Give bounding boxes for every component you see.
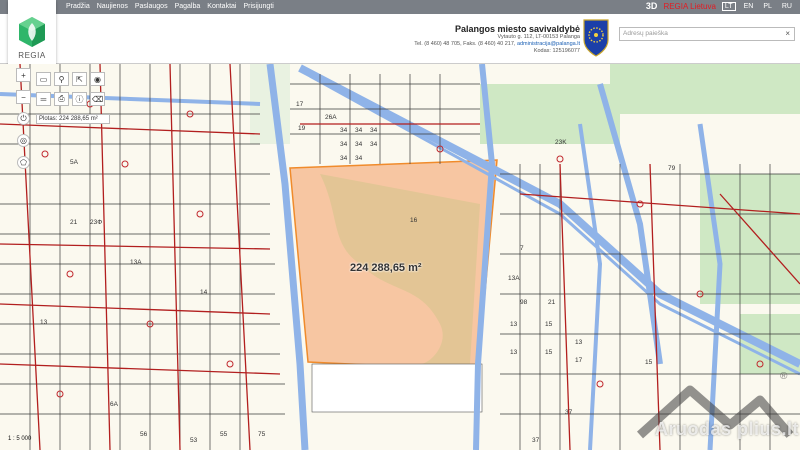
parcel-number: 37 <box>565 409 573 416</box>
zoom-in-button[interactable]: + <box>16 68 31 82</box>
parcel-number: 23Ф <box>90 219 102 226</box>
parcel-number: 98 <box>520 299 528 306</box>
parcel-number: 34 <box>340 141 348 148</box>
parcel-number: 6A <box>110 401 119 408</box>
nav-contacts[interactable]: Kontaktai <box>207 2 236 12</box>
area-readout: Plotas: 224 288,65 m² <box>36 114 110 124</box>
parcel-number: 79 <box>668 165 676 172</box>
parcel-number: 34 <box>355 141 363 148</box>
share-icon[interactable]: ⇱ <box>72 72 87 86</box>
nav-news[interactable]: Naujienos <box>97 2 128 12</box>
parcel-area-label: 224 288,65 m² <box>350 262 422 274</box>
polygon-icon[interactable]: ⬠ <box>17 156 30 169</box>
municipality-code: Kodas: 125196077 <box>533 48 580 54</box>
parcel-number: 17 <box>296 101 304 108</box>
parcel-number: 13 <box>510 321 518 328</box>
app: Pradžia Naujienos Paslaugos Pagalba Kont… <box>0 0 800 450</box>
watermark-text: Aruodas plius.lt <box>655 419 800 439</box>
nav-help[interactable]: Pagalba <box>175 2 201 12</box>
parcel-number: 26A <box>325 114 337 121</box>
top-bar: Pradžia Naujienos Paslaugos Pagalba Kont… <box>0 0 800 14</box>
map-layer: 17 26A 34 34 34 34 34 34 34 34 19 16 7 1… <box>0 64 800 450</box>
parcel-number: 34 <box>355 155 363 162</box>
parcel-number: 17 <box>575 357 583 364</box>
parcel-number: 55 <box>220 431 228 438</box>
parcel-number: 13 <box>575 339 583 346</box>
print-icon[interactable]: ⎙ <box>54 92 69 106</box>
main-nav: Pradžia Naujienos Paslaugos Pagalba Kont… <box>66 2 274 12</box>
parcel-number: 75 <box>258 431 266 438</box>
top-right-controls: 3D REGIA Lietuva LT EN PL RU <box>646 1 794 11</box>
locate-icon[interactable]: ◎ <box>17 134 30 147</box>
power-icon[interactable]: ⏻ <box>17 112 30 125</box>
parcel-number: 13A <box>130 259 142 266</box>
zoom-out-button[interactable]: − <box>16 90 31 104</box>
municipality-address: Vytauto g. 112, LT-00153 Palanga <box>497 34 580 40</box>
nav-login[interactable]: Prisijungti <box>243 2 273 12</box>
parcel-number: 15 <box>545 349 553 356</box>
map-canvas[interactable]: 17 26A 34 34 34 34 34 34 34 34 19 16 7 1… <box>0 64 800 450</box>
header: REGIA Palangos miesto savivaldybė Vytaut… <box>0 0 800 64</box>
lang-lt[interactable]: LT <box>721 1 736 11</box>
municipality-name: Palangos miesto savivaldybė <box>454 24 580 34</box>
nav-services[interactable]: Paslaugos <box>135 2 168 12</box>
nav-home[interactable]: Pradžia <box>66 2 90 12</box>
info-icon[interactable]: ⓘ <box>72 92 87 106</box>
parcel-number: 15 <box>645 359 653 366</box>
parcel-south <box>311 363 483 413</box>
green-area <box>610 64 800 114</box>
search-placeholder: Adresų paieška <box>623 30 668 37</box>
lang-ru[interactable]: RU <box>780 3 794 10</box>
parcel-number: 5A <box>70 159 79 166</box>
regia-logo[interactable]: REGIA <box>8 0 56 64</box>
green-area <box>480 84 620 144</box>
parcel-number: 34 <box>340 127 348 134</box>
parcel-number: 34 <box>355 127 363 134</box>
municipality-email-link[interactable]: administracija@palanga.lt <box>517 41 580 47</box>
marker-icon[interactable]: ⚲ <box>54 72 69 86</box>
lang-pl[interactable]: PL <box>761 3 774 10</box>
search-clear-icon[interactable]: × <box>785 29 790 38</box>
map-scale: 1 : 5 000 <box>8 436 32 442</box>
ruler-icon[interactable]: ═ <box>36 92 51 106</box>
parcel-number: 21 <box>70 219 78 226</box>
parcel-number: 13A <box>508 275 520 282</box>
parcel-number: 34 <box>340 155 348 162</box>
parcel-number: 23K <box>555 139 567 146</box>
measure-icon[interactable]: ▭ <box>36 72 51 86</box>
address-search-input[interactable]: Adresų paieška × <box>619 27 795 41</box>
parcel-number: 16 <box>410 217 418 224</box>
parcel-number: 53 <box>190 437 198 444</box>
parcel-number: 7 <box>520 245 524 252</box>
parcel-number: 21 <box>548 299 556 306</box>
parcel-number: 19 <box>298 125 306 132</box>
coat-of-arms-icon <box>583 19 609 57</box>
trash-icon[interactable]: ⌫ <box>90 92 105 106</box>
parcel-number: 34 <box>370 127 378 134</box>
municipality-contacts: Tel. (8 460) 48 705, Faks. (8 460) 40 21… <box>414 41 580 48</box>
parcel-number: 14 <box>200 289 208 296</box>
target-icon[interactable]: ◉ <box>90 72 105 86</box>
lang-en[interactable]: EN <box>742 3 756 10</box>
logo-text: REGIA <box>18 51 46 60</box>
parcel-number: 56 <box>140 431 148 438</box>
3d-button[interactable]: 3D <box>646 1 658 11</box>
parcel-number: 13 <box>40 319 48 326</box>
parcel-number: 15 <box>545 321 553 328</box>
municipality-info: Palangos miesto savivaldybė Vytauto g. 1… <box>414 24 580 55</box>
parcel-number: 34 <box>370 141 378 148</box>
regia-logo-icon <box>19 17 45 47</box>
regia-lietuva-link[interactable]: REGIA Lietuva <box>663 2 715 11</box>
parcel-number: 37 <box>532 437 540 444</box>
municipality-phones: Tel. (8 460) 48 705, Faks. (8 460) 40 21… <box>414 41 516 47</box>
parcel-number: 13 <box>510 349 518 356</box>
